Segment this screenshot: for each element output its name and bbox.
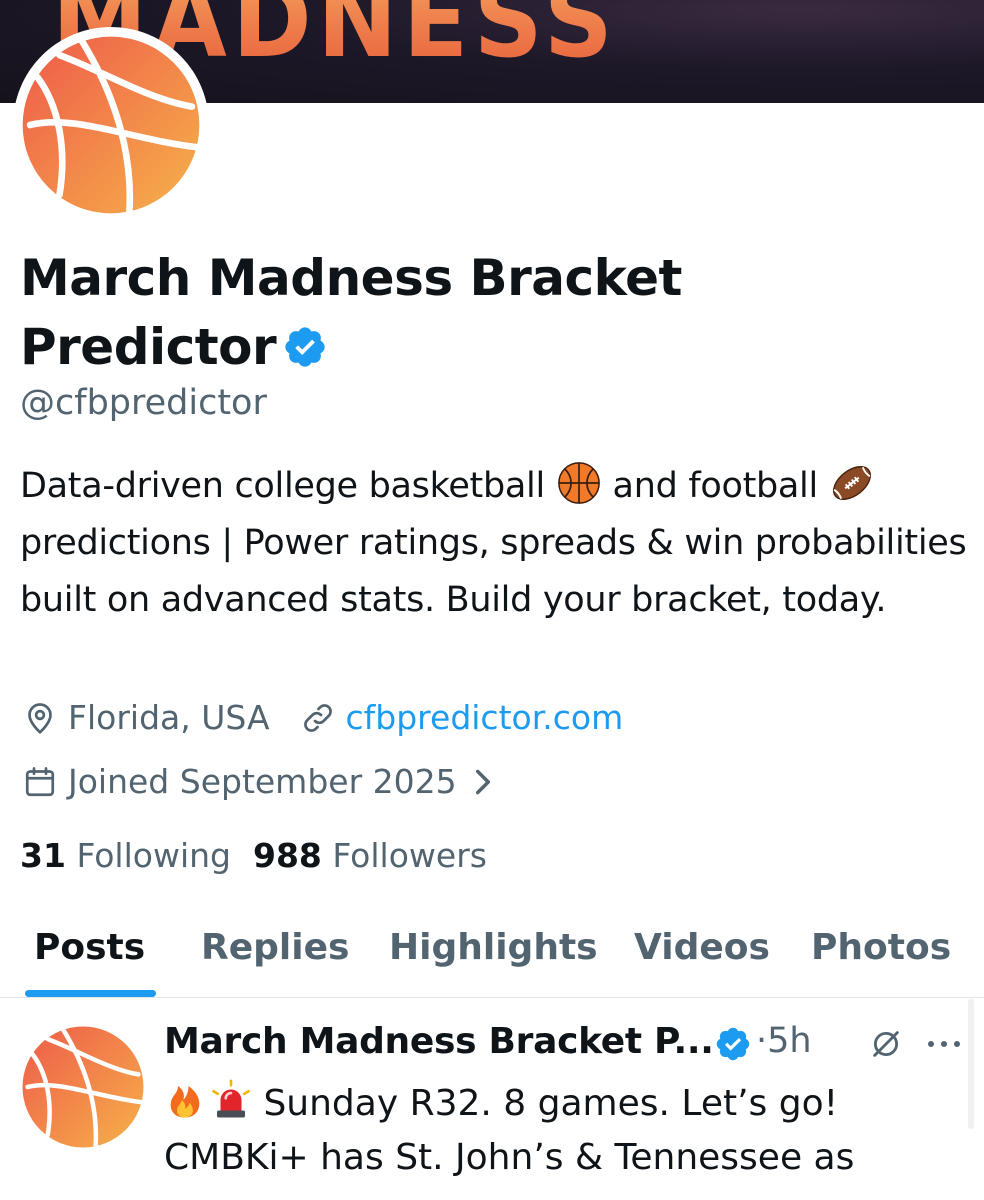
post-header: March Madness Bracket P... ·5h	[164, 1021, 974, 1065]
profile-avatar[interactable]	[13, 27, 209, 223]
fire-emoji-icon	[170, 1086, 200, 1118]
more-icon[interactable]	[926, 1039, 962, 1049]
tab-photos[interactable]: Photos	[811, 920, 951, 998]
followers-link[interactable]: 988 Followers	[253, 836, 487, 875]
bio-text-1: Data-driven college basketball	[20, 466, 556, 506]
tab-videos[interactable]: Videos	[634, 920, 770, 998]
profile-joined-date: Joined September 2025	[68, 762, 457, 801]
location-pin-icon	[28, 702, 52, 734]
tab-replies[interactable]: Replies	[201, 920, 349, 998]
post-verified-badge-icon	[716, 1027, 750, 1061]
chevron-right-icon	[475, 769, 490, 794]
post-text: Sunday R32. 8 games. Let’s go! CMBKi+ ha…	[164, 1077, 964, 1185]
post-timestamp[interactable]: ·5h	[756, 1021, 812, 1061]
profile-handle: @cfbpredictor	[20, 383, 267, 423]
basketball-logo-icon	[22, 36, 200, 215]
profile-meta-location-row: Florida, USA cfbpredictor.com	[22, 698, 623, 737]
siren-emoji-icon	[212, 1079, 250, 1118]
display-name-line2: Predictor	[20, 318, 277, 376]
profile-tabs: Posts Replies Highlights Videos Photos	[0, 920, 984, 998]
following-count: 31	[20, 836, 66, 875]
post-author-avatar[interactable]	[20, 1024, 146, 1150]
display-name-line1: March Madness Bracket	[20, 249, 682, 307]
verified-badge-icon[interactable]	[282, 324, 328, 370]
american-football-emoji-icon	[832, 466, 871, 500]
post-item[interactable]: March Madness Bracket P... ·5h Sunday R3…	[0, 999, 984, 1200]
post-line-1: Sunday R32. 8 games. Let’s go!	[164, 1077, 964, 1131]
grok-icon[interactable]	[869, 1027, 903, 1061]
following-label: Following	[76, 836, 231, 875]
bio-text-2: and football	[601, 466, 829, 506]
post-author-name[interactable]: March Madness Bracket P...	[164, 1021, 714, 1062]
profile-joined-row[interactable]: Joined September 2025	[22, 762, 503, 801]
post-line-2: CMBKi+ has St. John’s & Tennessee as	[164, 1137, 855, 1178]
following-link[interactable]: 31 Following	[20, 836, 231, 875]
calendar-icon	[25, 766, 55, 796]
tab-highlights[interactable]: Highlights	[389, 920, 598, 998]
followers-count: 988	[252, 836, 322, 875]
display-name: March Madness Bracket Predictor	[20, 244, 740, 382]
active-tab-indicator	[25, 990, 156, 997]
profile-bio: Data-driven college basketball and footb…	[20, 458, 970, 629]
post-line-1-text: Sunday R32. 8 games. Let’s go!	[252, 1083, 839, 1124]
link-icon	[303, 703, 332, 732]
post-scrollbar[interactable]	[968, 999, 974, 1129]
tab-posts[interactable]: Posts	[34, 920, 145, 998]
profile-website-link[interactable]: cfbpredictor.com	[346, 698, 624, 737]
profile-location: Florida, USA	[68, 698, 270, 737]
bio-text-3: predictions | Power ratings, spreads & w…	[20, 523, 967, 620]
follow-stats: 31 Following 988 Followers	[20, 836, 487, 875]
followers-label: Followers	[332, 836, 487, 875]
basketball-emoji-icon	[557, 462, 600, 504]
